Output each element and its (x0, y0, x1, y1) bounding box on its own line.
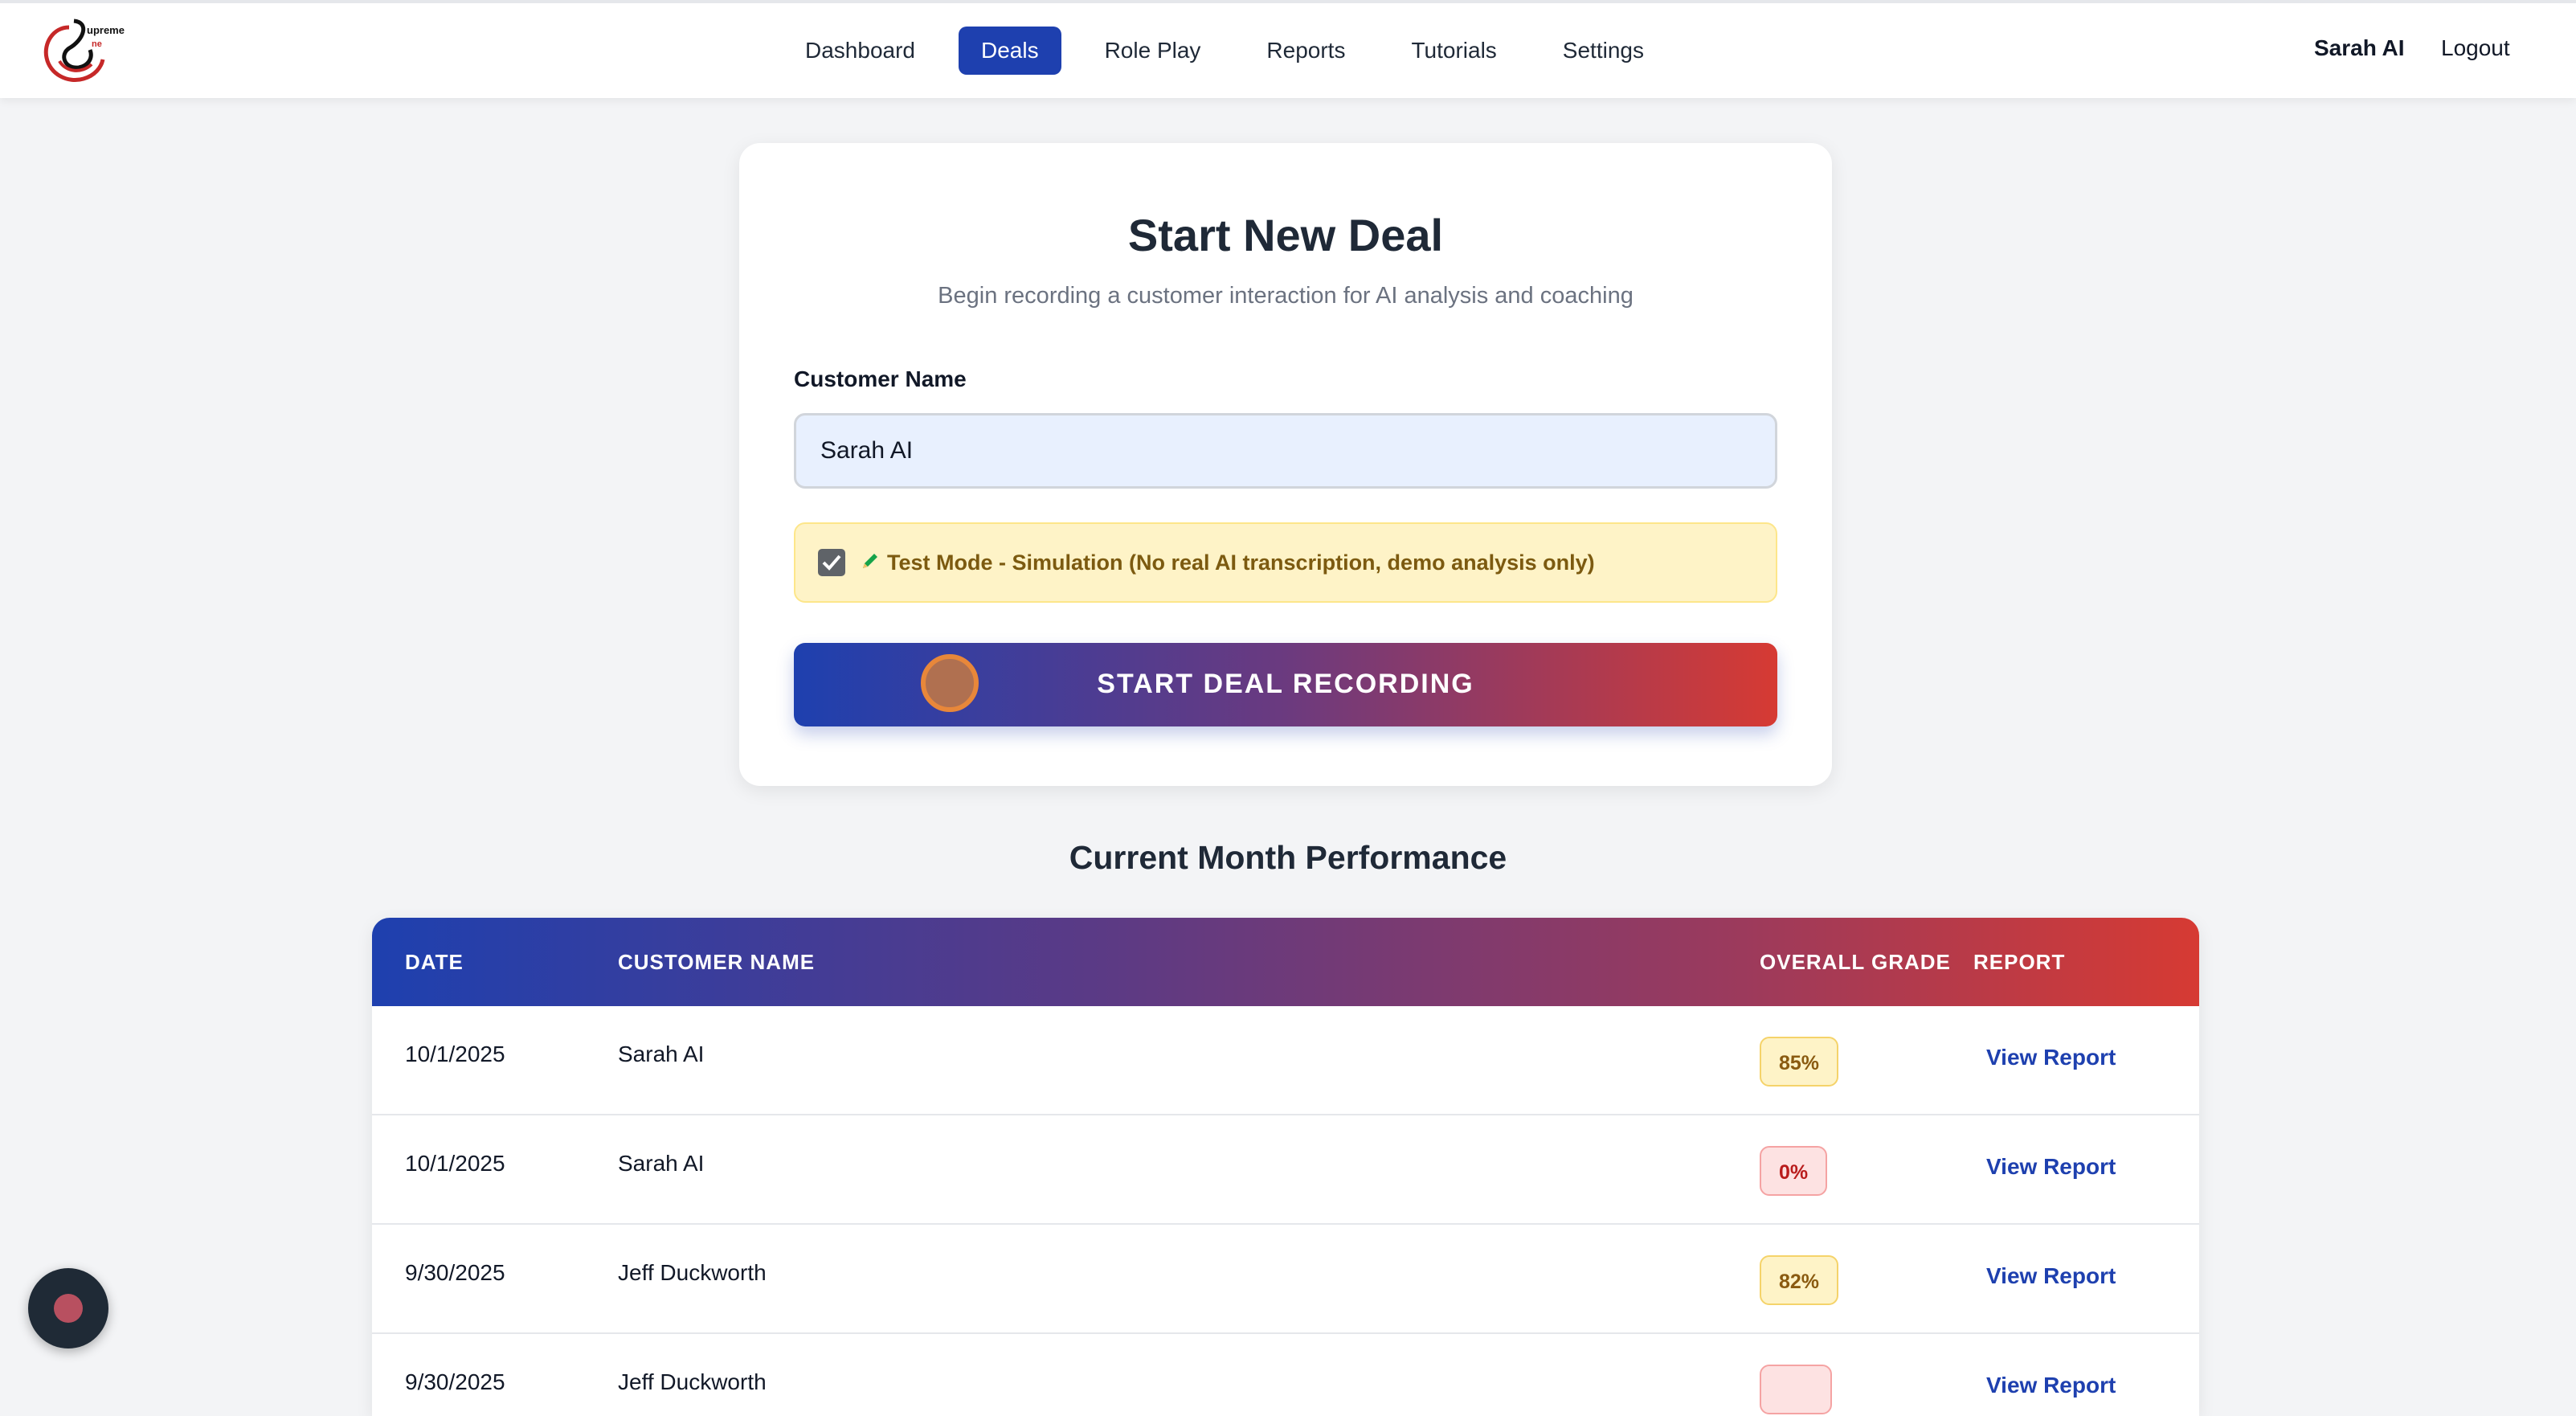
supreme-one-logo[interactable]: upreme ne (37, 11, 125, 92)
floating-record-button[interactable] (28, 1268, 108, 1348)
row-customer-name: Jeff Duckworth (618, 1260, 767, 1285)
record-dot-icon (54, 1294, 83, 1323)
pencil-icon (860, 550, 881, 575)
view-report-link[interactable]: View Report (1986, 1154, 2116, 1180)
svg-text:ne: ne (92, 39, 102, 49)
table-row: 10/1/2025 Sarah AI 0% View Report (372, 1115, 2199, 1225)
page-subtitle: Begin recording a customer interaction f… (938, 283, 1634, 309)
page-title: Start New Deal (1127, 210, 1444, 260)
row-customer-name: Sarah AI (618, 1042, 705, 1066)
table-row: 9/30/2025 Jeff Duckworth 82% View Report (372, 1225, 2199, 1334)
test-mode-checkbox[interactable] (818, 549, 845, 576)
column-header-date: DATE (405, 950, 464, 974)
test-mode-label[interactable]: Test Mode - Simulation (No real AI trans… (887, 550, 1595, 575)
view-report-link[interactable]: View Report (1986, 1263, 2116, 1289)
view-report-link[interactable]: View Report (1986, 1045, 2116, 1070)
nav-reports[interactable]: Reports (1244, 27, 1368, 75)
nav-dashboard[interactable]: Dashboard (783, 27, 938, 75)
customer-name-input[interactable] (794, 413, 1777, 489)
row-date: 9/30/2025 (405, 1260, 505, 1285)
top-navigation-bar: upreme ne Dashboard Deals Role Play Repo… (0, 0, 2576, 98)
table-header: DATE CUSTOMER NAME OVERALL GRADE REPORT (372, 918, 2199, 1006)
table-row: 9/30/2025 Jeff Duckworth View Report (372, 1334, 2199, 1416)
svg-text:upreme: upreme (87, 24, 125, 36)
start-deal-recording-button[interactable]: START DEAL RECORDING (794, 643, 1777, 726)
start-deal-card: Start New Deal Begin recording a custome… (739, 143, 1832, 786)
grade-badge: 0% (1760, 1146, 1828, 1196)
grade-badge: 85% (1760, 1037, 1839, 1087)
view-report-link[interactable]: View Report (1986, 1373, 2116, 1398)
nav-tutorials[interactable]: Tutorials (1388, 27, 1519, 75)
checkmark-icon (822, 555, 841, 571)
row-date: 9/30/2025 (405, 1369, 505, 1394)
row-date: 10/1/2025 (405, 1042, 505, 1066)
column-header-customer-name: CUSTOMER NAME (618, 950, 816, 974)
nav-deals[interactable]: Deals (958, 27, 1061, 75)
row-customer-name: Jeff Duckworth (618, 1369, 767, 1394)
main-nav: Dashboard Deals Role Play Reports Tutori… (783, 26, 1687, 76)
nav-role-play[interactable]: Role Play (1082, 27, 1224, 75)
nav-settings[interactable]: Settings (1540, 27, 1666, 75)
start-deal-recording-label: START DEAL RECORDING (1097, 669, 1474, 699)
customer-name-label: Customer Name (794, 366, 967, 391)
performance-table: DATE CUSTOMER NAME OVERALL GRADE REPORT … (372, 918, 2199, 1416)
grade-badge (1760, 1365, 1832, 1414)
logout-link[interactable]: Logout (2441, 35, 2510, 61)
grade-badge: 82% (1760, 1255, 1839, 1305)
current-user-name[interactable]: Sarah AI (2314, 35, 2405, 61)
test-mode-panel: Test Mode - Simulation (No real AI trans… (794, 522, 1777, 603)
column-header-overall-grade: OVERALL GRADE (1760, 950, 1951, 974)
row-date: 10/1/2025 (405, 1151, 505, 1176)
row-customer-name: Sarah AI (618, 1151, 705, 1176)
performance-section-title: Current Month Performance (1069, 839, 1507, 876)
table-row: 10/1/2025 Sarah AI 85% View Report (372, 1006, 2199, 1115)
column-header-report: REPORT (1973, 950, 2066, 974)
